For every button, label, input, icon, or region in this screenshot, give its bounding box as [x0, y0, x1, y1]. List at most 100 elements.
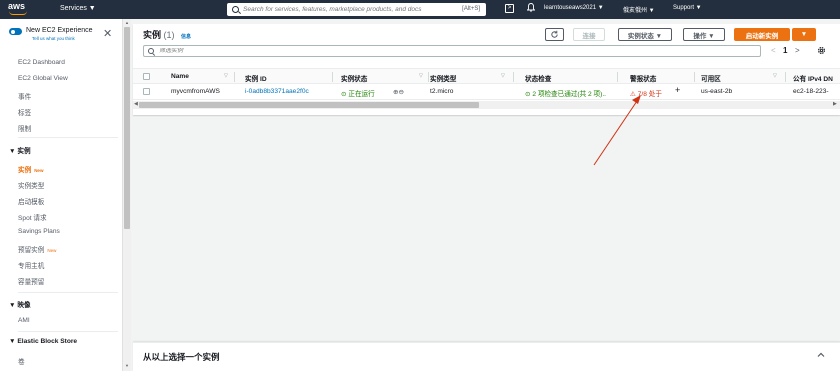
- zoom-icons[interactable]: ⊕⊖: [393, 88, 404, 96]
- alarm-text[interactable]: 7/8 处于: [638, 91, 662, 98]
- sort-icon[interactable]: ▽: [419, 73, 423, 79]
- global-search-input[interactable]: [243, 6, 443, 13]
- new-experience-title: New EC2 Experience: [26, 27, 93, 34]
- row-checkbox[interactable]: [143, 88, 150, 95]
- bell-icon[interactable]: [527, 3, 535, 12]
- sidebar-item-dedicated-hosts[interactable]: 专用主机: [18, 260, 44, 270]
- gear-icon[interactable]: [817, 46, 826, 55]
- cell-alarm[interactable]: ⚠ 7/8 处于: [630, 88, 662, 98]
- select-all-checkbox[interactable]: [143, 73, 150, 80]
- account-menu[interactable]: learntouseaws2021 ▼: [544, 5, 604, 11]
- pager-prev[interactable]: <: [771, 46, 776, 55]
- scroll-up-arrow[interactable]: ▲: [125, 20, 129, 25]
- new-badge: New: [34, 168, 44, 173]
- column-header-public-dns[interactable]: 公有 IPv4 DN: [793, 73, 833, 83]
- search-icon: [232, 6, 239, 13]
- scroll-down-arrow[interactable]: ▼: [125, 363, 129, 368]
- sidebar-item-limits[interactable]: 限制: [18, 123, 31, 133]
- sidebar-item-capacity-reservations[interactable]: 容量预留: [18, 276, 44, 286]
- sidebar-item-volumes[interactable]: 卷: [18, 356, 25, 366]
- sidebar-section-images[interactable]: ▼ 映像: [9, 299, 31, 309]
- instance-filter-input[interactable]: [159, 48, 359, 54]
- running-icon: ⊙: [341, 91, 347, 98]
- sidebar-item-spot-requests[interactable]: Spot 请求: [18, 212, 47, 222]
- chevron-up-icon[interactable]: [816, 350, 826, 360]
- details-panel-title: 从以上选择一个实例: [143, 352, 220, 362]
- sidebar-item-events[interactable]: 事件: [18, 91, 31, 101]
- column-header-state[interactable]: 实例状态: [341, 73, 367, 83]
- pager-page[interactable]: 1: [783, 46, 787, 55]
- sort-icon[interactable]: ▽: [773, 73, 777, 79]
- add-alarm-icon[interactable]: +: [675, 85, 680, 95]
- toggle-switch[interactable]: [9, 28, 22, 35]
- pager-next[interactable]: >: [795, 46, 800, 55]
- panel-divider: [133, 342, 840, 343]
- scrollbar-thumb[interactable]: [139, 102, 479, 108]
- column-header-status-check[interactable]: 状态检查: [525, 73, 551, 83]
- instance-count: (1): [163, 30, 175, 40]
- search-icon: [148, 48, 154, 54]
- column-divider: [785, 72, 786, 82]
- sidebar-item-ami[interactable]: AMI: [18, 317, 30, 324]
- sidebar-item-instances[interactable]: 实例 New: [18, 164, 43, 174]
- cell-instance-id[interactable]: i-0adb8b3371aae2f0c: [245, 88, 309, 95]
- status-check-text: 2 项检查已通过(共 2 项)..: [532, 91, 607, 98]
- sort-icon[interactable]: ▽: [501, 73, 505, 79]
- launch-instance-button[interactable]: 启动新实例: [734, 28, 790, 41]
- refresh-button[interactable]: [545, 28, 564, 41]
- column-divider: [617, 72, 618, 82]
- refresh-icon: [551, 30, 558, 38]
- column-header-type[interactable]: 实例类型: [430, 73, 456, 83]
- table-horizontal-scrollbar[interactable]: ◀ ▶: [133, 101, 840, 109]
- aws-logo-smile: [9, 11, 27, 15]
- sidebar-item-savings-plans[interactable]: Savings Plans: [18, 228, 60, 235]
- connect-button[interactable]: 连接: [573, 28, 605, 41]
- sidebar-item-reserved-instances[interactable]: 预留实例 New: [18, 244, 56, 254]
- title-text: 实例: [143, 30, 162, 40]
- column-header-az[interactable]: 可用区: [701, 73, 721, 83]
- scroll-left-arrow[interactable]: ◀: [134, 101, 138, 107]
- sidebar-scrollbar[interactable]: ▲ ▼: [122, 19, 131, 371]
- check-icon: ⊙: [525, 91, 531, 98]
- cloudshell-icon[interactable]: >: [505, 4, 514, 13]
- column-divider: [332, 72, 333, 82]
- column-divider: [234, 72, 235, 82]
- services-menu[interactable]: Services ▼: [60, 5, 96, 12]
- sidebar-item-tags[interactable]: 标签: [18, 107, 31, 117]
- info-link[interactable]: 信息: [181, 34, 191, 40]
- sort-icon[interactable]: ▽: [224, 73, 228, 79]
- new-experience-toggle[interactable]: New EC2 Experience Tell us what you thin…: [8, 26, 120, 46]
- sidebar-item-global-view[interactable]: EC2 Global View: [18, 75, 68, 82]
- actions-button[interactable]: 操作 ▼: [683, 28, 725, 41]
- sidebar-item-ec2-dashboard[interactable]: EC2 Dashboard: [18, 59, 65, 66]
- sidebar-divider: [18, 292, 118, 293]
- launch-instance-caret[interactable]: ▼: [792, 28, 816, 41]
- column-divider: [694, 72, 695, 82]
- cell-status-check: ⊙ 2 项检查已通过(共 2 项)..: [525, 88, 606, 98]
- scroll-right-arrow[interactable]: ▶: [833, 101, 837, 107]
- column-header-instance-id[interactable]: 实例 ID: [245, 73, 267, 83]
- aws-logo-text: aws: [8, 1, 26, 11]
- global-search[interactable]: [Alt+S]: [227, 3, 486, 16]
- scrollbar-thumb[interactable]: [124, 27, 130, 229]
- sidebar-section-ebs[interactable]: ▼ Elastic Block Store: [9, 338, 77, 345]
- cell-az: us-east-2b: [701, 88, 733, 95]
- region-menu[interactable]: 俄亥俄州 ▼: [623, 5, 655, 14]
- support-menu[interactable]: Support ▼: [673, 5, 702, 11]
- instance-filter[interactable]: [143, 45, 761, 57]
- aws-logo[interactable]: aws: [8, 2, 38, 17]
- close-icon[interactable]: ✕: [103, 27, 112, 40]
- instance-state-button[interactable]: 实例状态 ▼: [618, 28, 672, 41]
- column-header-name[interactable]: Name: [171, 73, 189, 80]
- new-badge: New: [47, 248, 57, 253]
- sidebar-item-instance-types[interactable]: 实例类型: [18, 180, 44, 190]
- feedback-link[interactable]: Tell us what you think: [32, 36, 75, 41]
- sidebar-divider: [18, 331, 118, 332]
- sidebar-section-instances[interactable]: ▼ 实例: [9, 145, 31, 155]
- warning-icon: ⚠: [630, 91, 636, 98]
- table-row[interactable]: myvcmfromAWS i-0adb8b3371aae2f0c ⊙ 正在运行 …: [133, 84, 840, 100]
- sidebar-item-label: 预留实例: [18, 247, 45, 254]
- column-header-alarm[interactable]: 警报状态: [630, 73, 656, 83]
- cell-state: ⊙ 正在运行: [341, 88, 375, 98]
- sidebar-item-launch-templates[interactable]: 启动模板: [18, 196, 44, 206]
